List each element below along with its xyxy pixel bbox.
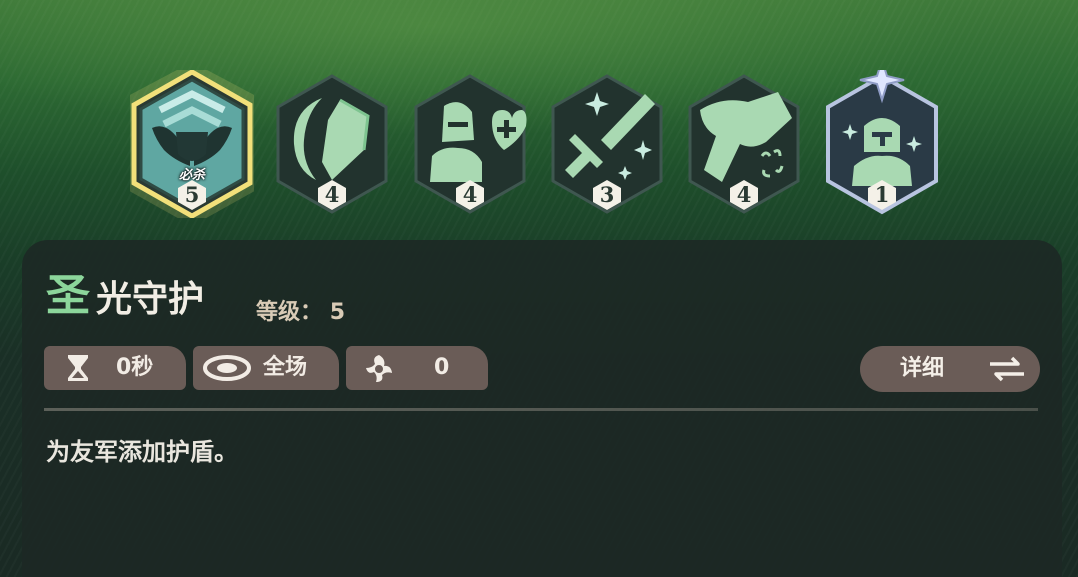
skill-slot-2[interactable]: 4 xyxy=(270,70,394,218)
skill-level: 4 xyxy=(736,182,752,207)
level-value: 5 xyxy=(329,300,345,325)
skill-level: 4 xyxy=(324,182,340,207)
skill-slot-3[interactable]: 4 xyxy=(408,70,532,218)
energy-value: 0 xyxy=(434,355,450,380)
skill-description: 为友军添加护盾。 xyxy=(46,438,238,466)
area-range-icon xyxy=(203,355,251,381)
skill-title-rest: 光守护 xyxy=(96,278,205,320)
divider xyxy=(44,408,1038,411)
level-label: 等级： xyxy=(256,300,323,325)
skill-slot-5[interactable]: 4 xyxy=(682,70,806,218)
swap-arrows-icon xyxy=(990,356,1024,382)
skill-slot-4[interactable]: 3 xyxy=(545,70,669,218)
skill-slot-6[interactable]: 1 xyxy=(820,70,944,218)
energy-chip: 0 xyxy=(346,346,488,390)
skill-title-first-char: 圣 xyxy=(46,270,90,321)
detail-button[interactable]: 详细 xyxy=(860,346,1040,392)
skill-level: 5 xyxy=(184,182,200,207)
skill-level: 1 xyxy=(874,182,890,207)
range-chip: 全场 xyxy=(193,346,339,390)
cooldown-chip: 0秒 xyxy=(44,346,186,390)
skill-level: 4 xyxy=(462,182,478,207)
detail-button-label: 详细 xyxy=(900,356,945,381)
cooldown-value: 0秒 xyxy=(116,355,154,380)
skill-level: 3 xyxy=(599,182,615,207)
hourglass-icon xyxy=(68,355,88,381)
skill-slot-1[interactable]: 必杀 5 xyxy=(130,70,254,218)
range-value: 全场 xyxy=(263,355,308,380)
swirl-energy-icon xyxy=(366,355,392,382)
skill-level-text: 等级： 5 xyxy=(256,294,345,326)
